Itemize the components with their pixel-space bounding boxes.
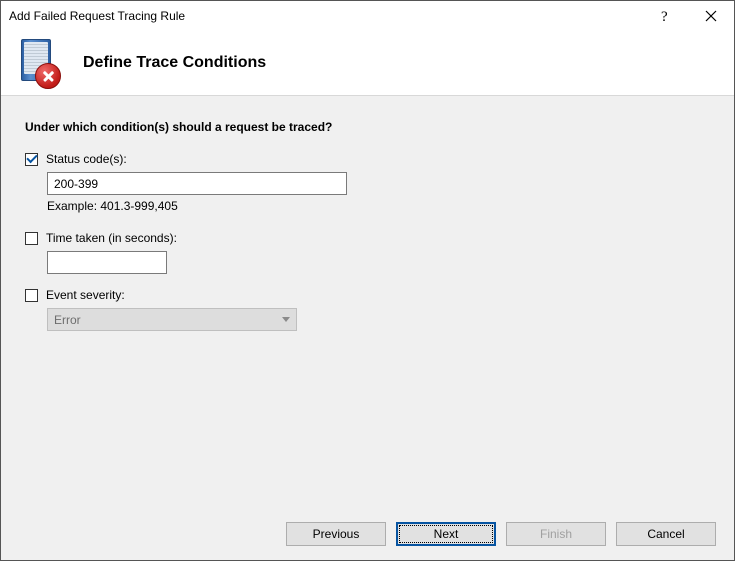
svg-text:?: ?: [661, 9, 668, 24]
help-button[interactable]: ?: [642, 1, 688, 31]
time-taken-label: Time taken (in seconds):: [46, 231, 177, 245]
close-icon: [705, 10, 717, 22]
titlebar: Add Failed Request Tracing Rule ?: [1, 1, 734, 31]
wizard-icon: [17, 39, 65, 87]
wizard-footer: Previous Next Finish Cancel: [1, 508, 734, 560]
wizard-body: Under which condition(s) should a reques…: [1, 96, 734, 508]
event-severity-value: Error: [54, 313, 81, 327]
status-codes-label: Status code(s):: [46, 152, 127, 166]
cancel-button[interactable]: Cancel: [616, 522, 716, 546]
event-severity-checkbox[interactable]: [25, 289, 38, 302]
previous-button[interactable]: Previous: [286, 522, 386, 546]
event-severity-select: Error: [47, 308, 297, 331]
error-badge-icon: [35, 63, 61, 89]
chevron-down-icon: [282, 317, 290, 322]
status-codes-example: Example: 401.3-999,405: [47, 199, 710, 213]
time-taken-checkbox[interactable]: [25, 232, 38, 245]
finish-button: Finish: [506, 522, 606, 546]
event-severity-label: Event severity:: [46, 288, 125, 302]
prompt-text: Under which condition(s) should a reques…: [25, 120, 710, 134]
status-codes-checkbox[interactable]: [25, 153, 38, 166]
status-codes-input[interactable]: [47, 172, 347, 195]
window-title: Add Failed Request Tracing Rule: [9, 9, 642, 23]
wizard-dialog: Add Failed Request Tracing Rule ? Define…: [0, 0, 735, 561]
next-button[interactable]: Next: [396, 522, 496, 546]
wizard-header: Define Trace Conditions: [1, 31, 734, 96]
time-taken-input[interactable]: [47, 251, 167, 274]
close-button[interactable]: [688, 1, 734, 31]
page-title: Define Trace Conditions: [83, 54, 266, 72]
